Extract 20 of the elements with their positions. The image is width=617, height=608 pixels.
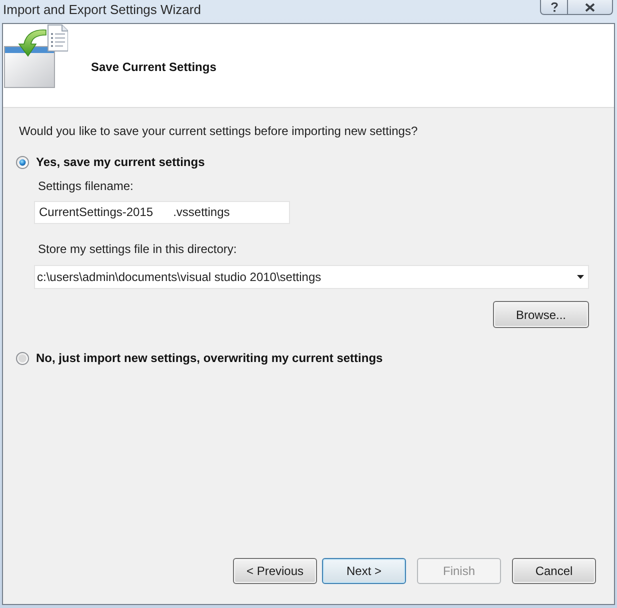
next-button[interactable]: Next > xyxy=(322,558,406,584)
radio-label[interactable]: Yes, save my current settings xyxy=(36,154,205,170)
dropdown-caret-icon xyxy=(577,275,584,279)
radio-label[interactable]: No, just import new settings, overwriting my current settings xyxy=(36,350,383,366)
browse-button[interactable]: Browse... xyxy=(493,301,589,328)
field-label: Settings filename: xyxy=(37,178,134,194)
filename-field[interactable]: CurrentSettings-2015 .vssettings xyxy=(34,201,290,224)
help-button[interactable] xyxy=(540,0,568,15)
help-icon xyxy=(550,2,558,12)
close-icon xyxy=(585,2,595,12)
cancel-button[interactable]: Cancel xyxy=(512,558,596,584)
radio-button[interactable] xyxy=(16,156,29,168)
window-title: Import and Export Settings Wizard xyxy=(2,1,201,19)
previous-button[interactable]: < Previous xyxy=(233,558,317,584)
page-title: Save Current Settings xyxy=(91,59,216,75)
prompt-text: Would you like to save your current settings before importing new settings? xyxy=(19,123,419,139)
radio-button[interactable] xyxy=(16,352,29,364)
field-label: Store my settings file in this directory: xyxy=(37,241,238,257)
directory-dropdown[interactable]: c:\users\admin\documents\visual studio 2010\settings xyxy=(34,265,589,289)
close-button[interactable] xyxy=(568,0,613,15)
